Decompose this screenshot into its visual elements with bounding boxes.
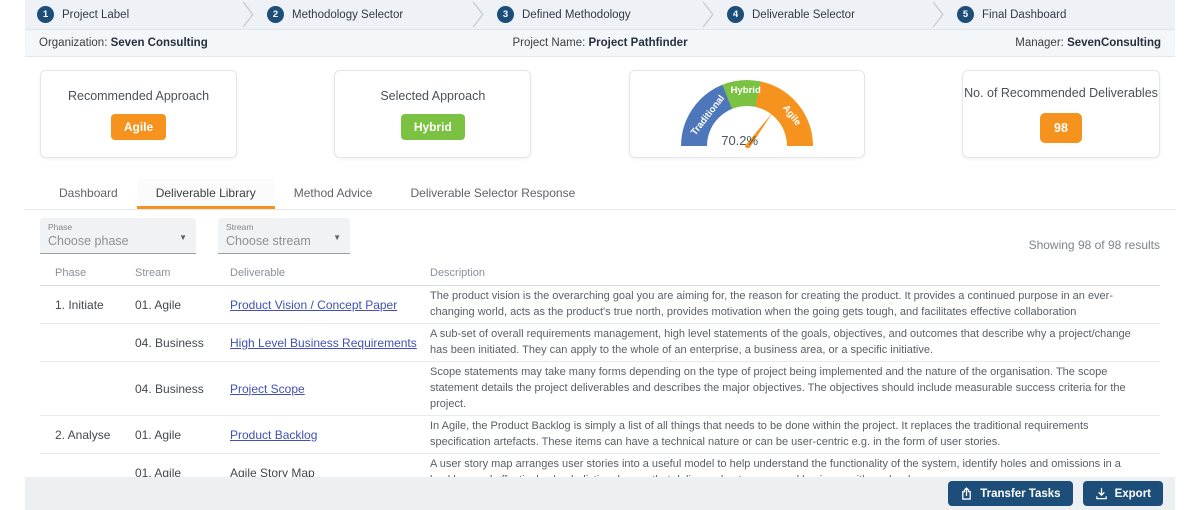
transfer-tasks-label: Transfer Tasks bbox=[980, 487, 1061, 500]
cell-description: A sub-set of overall requirements manage… bbox=[430, 328, 1131, 356]
gauge-segment-label-hybrid: Hybrid bbox=[730, 85, 761, 96]
column-header-phase: Phase bbox=[55, 266, 87, 279]
export-button[interactable]: Export bbox=[1082, 481, 1163, 506]
step-label: Methodology Selector bbox=[292, 8, 404, 21]
column-header-deliverable: Deliverable bbox=[230, 266, 286, 279]
chevron-separator-icon bbox=[701, 0, 715, 29]
filter-row: Phase Choose phase ▼ Stream Choose strea… bbox=[25, 210, 1175, 254]
step-methodology-selector[interactable]: 2 Methodology Selector bbox=[255, 0, 485, 29]
phase-select-label: Phase bbox=[48, 222, 73, 232]
organization-value: Seven Consulting bbox=[110, 37, 208, 49]
chevron-down-icon: ▼ bbox=[333, 233, 341, 242]
cell-deliverable: Agile Story Map bbox=[230, 466, 315, 477]
cell-stream: 01. Agile bbox=[135, 297, 182, 312]
table-row: 04. Business Project Scope Scope stateme… bbox=[40, 362, 1160, 417]
project-name-label: Project Name: bbox=[512, 37, 586, 49]
selected-approach-title: Selected Approach bbox=[380, 88, 486, 103]
step-label: Deliverable Selector bbox=[752, 8, 855, 21]
cell-description: The product vision is the overarching go… bbox=[430, 290, 1114, 318]
table-row: 04. Business High Level Business Require… bbox=[40, 324, 1160, 363]
step-number-badge: 3 bbox=[497, 6, 514, 23]
project-name-info: Project Name: Project Pathfinder bbox=[413, 37, 787, 49]
step-number-badge: 2 bbox=[267, 6, 284, 23]
step-deliverable-selector[interactable]: 4 Deliverable Selector bbox=[715, 0, 945, 29]
table-row: 2. Analyse 01. Agile Product Backlog In … bbox=[40, 416, 1160, 455]
cell-stream: 01. Agile bbox=[135, 466, 182, 477]
phase-select-value: Choose phase bbox=[48, 234, 129, 248]
selected-approach-badge: Hybrid bbox=[400, 113, 465, 140]
stream-select-label: Stream bbox=[226, 222, 254, 232]
table-row: 1. Initiate 01. Agile Product Vision / C… bbox=[40, 286, 1160, 325]
tab-dashboard[interactable]: Dashboard bbox=[40, 179, 137, 209]
chevron-separator-icon bbox=[471, 0, 485, 29]
recommended-approach-title: Recommended Approach bbox=[67, 88, 210, 103]
cell-description: A user story map arranges user stories i… bbox=[430, 458, 1121, 477]
footer-action-bar: Transfer Tasks Export bbox=[25, 477, 1175, 510]
step-label: Project Label bbox=[62, 8, 130, 21]
results-count-text: Showing 98 of 98 results bbox=[1028, 238, 1160, 252]
cell-stream: 04. Business bbox=[135, 381, 204, 396]
transfer-tasks-icon bbox=[960, 487, 973, 500]
step-label: Defined Methodology bbox=[522, 8, 631, 21]
tab-deliverable-selector-response[interactable]: Deliverable Selector Response bbox=[391, 179, 594, 209]
methodology-gauge-card: Traditional Hybrid Agile 70.2% bbox=[628, 70, 865, 158]
deliverable-link[interactable]: Product Vision / Concept Paper bbox=[230, 298, 397, 312]
deliverables-table: Phase Stream Deliverable Description 1. … bbox=[25, 254, 1175, 477]
content-tabs: Dashboard Deliverable Library Method Adv… bbox=[25, 179, 1175, 210]
step-number-badge: 4 bbox=[727, 6, 744, 23]
cell-phase: 2. Analyse bbox=[55, 427, 111, 442]
manager-label: Manager: bbox=[1015, 37, 1064, 49]
phase-select[interactable]: Phase Choose phase ▼ bbox=[40, 218, 196, 254]
cell-description: In Agile, the Product Backlog is simply … bbox=[430, 420, 1089, 448]
cell-phase: 1. Initiate bbox=[55, 297, 104, 312]
manager-info: Manager: SevenConsulting bbox=[787, 37, 1161, 49]
tab-deliverable-library[interactable]: Deliverable Library bbox=[136, 179, 275, 209]
project-info-bar: Organization: Seven Consulting Project N… bbox=[25, 30, 1175, 57]
chevron-down-icon: ▼ bbox=[179, 233, 187, 242]
manager-value: SevenConsulting bbox=[1067, 37, 1161, 49]
cell-stream: 01. Agile bbox=[135, 427, 182, 442]
organization-label: Organization: bbox=[39, 37, 108, 49]
column-header-stream: Stream bbox=[135, 266, 171, 279]
gauge-value: 70.2% bbox=[721, 133, 759, 148]
app-container: 1 Project Label 2 Methodology Selector 3… bbox=[25, 0, 1175, 510]
cell-stream: 04. Business bbox=[135, 335, 204, 350]
project-name-value: Project Pathfinder bbox=[588, 37, 688, 49]
cell-description: Scope statements may take many forms dep… bbox=[430, 366, 1126, 410]
organization-info: Organization: Seven Consulting bbox=[39, 37, 413, 49]
step-number-badge: 1 bbox=[37, 6, 54, 23]
wizard-stepper: 1 Project Label 2 Methodology Selector 3… bbox=[25, 0, 1175, 30]
step-project-label[interactable]: 1 Project Label bbox=[25, 0, 255, 29]
table-header-row: Phase Stream Deliverable Description bbox=[40, 260, 1160, 286]
chevron-separator-icon bbox=[931, 0, 945, 29]
deliverable-count-title: No. of Recommended Deliverables bbox=[964, 85, 1158, 100]
deliverable-link[interactable]: Project Scope bbox=[230, 382, 305, 396]
stream-select-value: Choose stream bbox=[226, 234, 311, 248]
methodology-gauge: Traditional Hybrid Agile 70.2% bbox=[680, 80, 813, 148]
recommended-approach-card: Recommended Approach Agile bbox=[40, 70, 237, 158]
step-label: Final Dashboard bbox=[982, 8, 1067, 21]
deliverable-link[interactable]: Product Backlog bbox=[230, 428, 317, 442]
chevron-separator-icon bbox=[241, 0, 255, 29]
deliverable-count-card: No. of Recommended Deliverables 98 bbox=[961, 70, 1160, 158]
step-final-dashboard[interactable]: 5 Final Dashboard bbox=[945, 0, 1175, 29]
step-defined-methodology[interactable]: 3 Defined Methodology bbox=[485, 0, 715, 29]
recommended-approach-badge: Agile bbox=[110, 113, 167, 140]
download-icon bbox=[1095, 487, 1108, 500]
tab-method-advice[interactable]: Method Advice bbox=[275, 179, 392, 209]
column-header-description: Description bbox=[430, 266, 486, 279]
transfer-tasks-button[interactable]: Transfer Tasks bbox=[948, 481, 1073, 506]
step-number-badge: 5 bbox=[957, 6, 974, 23]
table-row: 01. Agile Agile Story Map A user story m… bbox=[40, 454, 1160, 477]
selected-approach-card: Selected Approach Hybrid bbox=[334, 70, 532, 158]
deliverable-link[interactable]: High Level Business Requirements bbox=[230, 336, 417, 350]
deliverable-count-badge: 98 bbox=[1040, 112, 1082, 143]
summary-cards-row: Recommended Approach Agile Selected Appr… bbox=[25, 57, 1175, 161]
export-label: Export bbox=[1114, 487, 1151, 500]
stream-select[interactable]: Stream Choose stream ▼ bbox=[218, 218, 350, 254]
